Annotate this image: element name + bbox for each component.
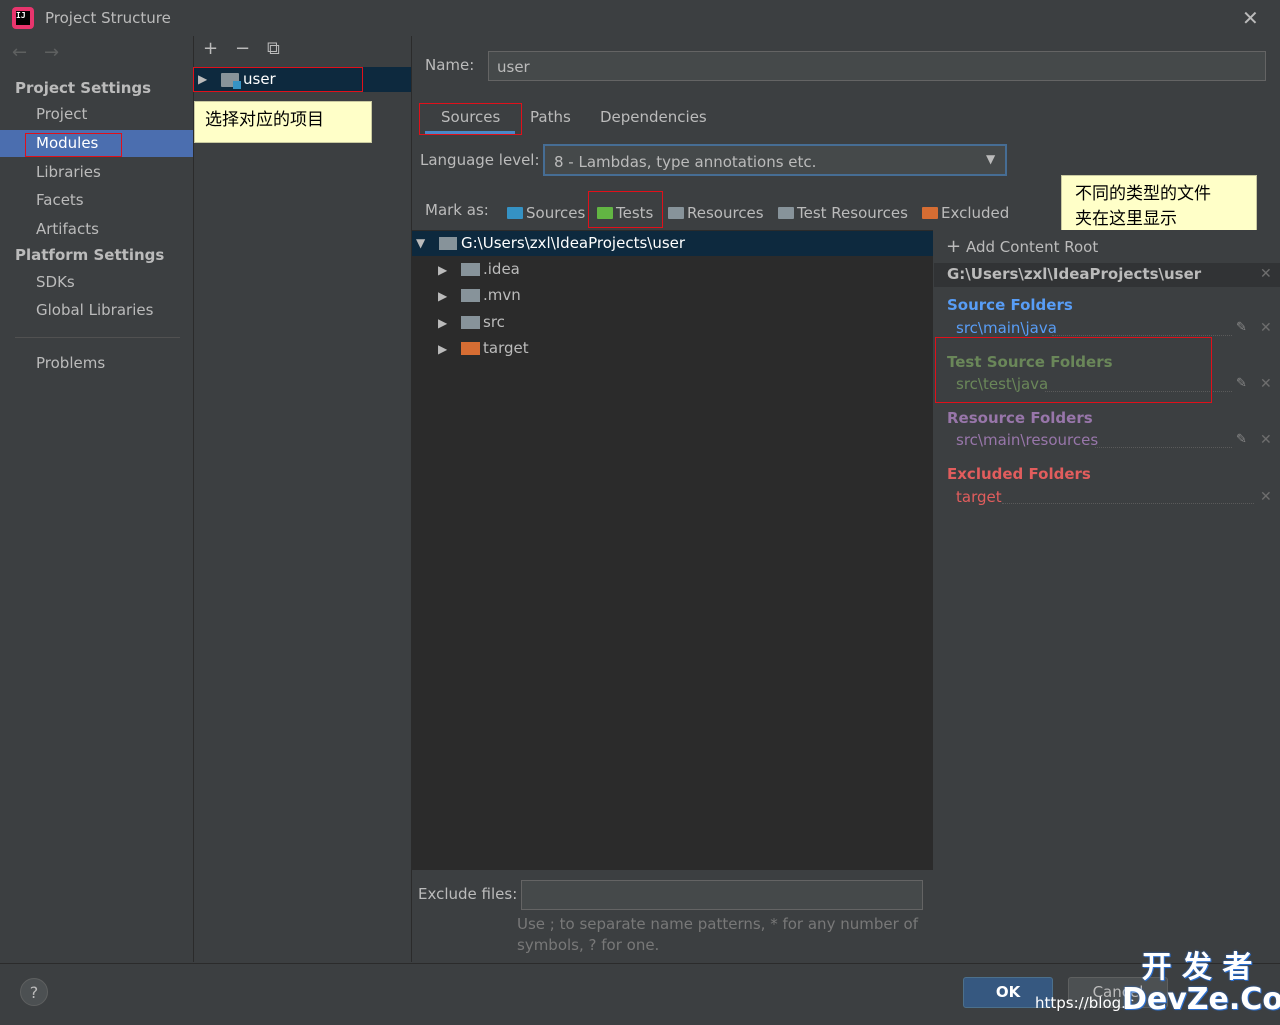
forward-arrow-icon[interactable]: → — [44, 42, 59, 63]
excluded-folder-path[interactable]: target — [956, 488, 1002, 506]
tree-root-path: G:\Users\zxl\IdeaProjects\user — [461, 234, 686, 252]
resource-folder-path[interactable]: src\main\resources — [956, 431, 1098, 449]
remove-content-root-icon[interactable]: ✕ — [1260, 266, 1272, 282]
close-icon[interactable]: ✕ — [1242, 6, 1259, 30]
nav-separator — [15, 337, 180, 338]
name-label: Name: — [425, 56, 475, 74]
annotation-highlight-tests — [588, 191, 663, 228]
excluded-folder-icon — [461, 342, 480, 355]
window-title: Project Structure — [45, 9, 171, 27]
language-level-select[interactable]: 8 - Lambdas, type annotations etc. — [543, 144, 1007, 176]
annotation-highlight-test-folders — [935, 337, 1212, 403]
mark-as-sources-button[interactable]: Sources — [507, 204, 585, 222]
module-list-panel — [194, 36, 412, 962]
remove-folder-icon[interactable]: ✕ — [1260, 320, 1272, 336]
back-arrow-icon[interactable]: ← — [12, 42, 27, 63]
tab-paths[interactable]: Paths — [530, 108, 571, 126]
mark-as-resources-button[interactable]: Resources — [668, 204, 764, 222]
chevron-down-icon[interactable]: ▼ — [986, 152, 995, 166]
annotation-highlight-module — [193, 67, 363, 92]
platform-settings-header: Platform Settings — [15, 246, 165, 264]
nav-item-project[interactable]: Project — [0, 101, 193, 128]
exclude-hint-line2: symbols, ? for one. — [517, 936, 660, 954]
exclude-files-label: Exclude files: — [418, 885, 518, 903]
sources-folder-icon — [507, 207, 523, 219]
help-button[interactable]: ? — [20, 978, 48, 1006]
exclude-hint-line1: Use ; to separate name patterns, * for a… — [517, 915, 918, 933]
test-resources-folder-icon — [778, 207, 794, 219]
expand-triangle-icon[interactable]: ▶ — [438, 289, 447, 303]
tree-item-idea[interactable]: .idea — [483, 260, 520, 278]
folder-icon — [461, 316, 480, 329]
mark-as-label: Mark as: — [425, 201, 489, 219]
nav-item-global-libraries[interactable]: Global Libraries — [0, 297, 193, 324]
root-folder-icon — [439, 237, 457, 250]
tree-item-target[interactable]: target — [483, 339, 529, 357]
tree-item-mvn[interactable]: .mvn — [483, 286, 521, 304]
copy-module-icon[interactable]: ⧉ — [267, 38, 280, 59]
mark-as-excluded-button[interactable]: Excluded — [922, 204, 1009, 222]
dotted-leader — [1002, 503, 1254, 504]
dotted-leader — [1052, 335, 1232, 336]
expand-triangle-icon[interactable]: ▶ — [438, 263, 447, 277]
plus-icon[interactable]: + — [946, 236, 961, 257]
annotation-note-select-project: 选择对应的项目 — [194, 101, 372, 143]
excluded-folder-icon — [922, 207, 938, 219]
remove-folder-icon[interactable]: ✕ — [1260, 489, 1272, 505]
collapse-triangle-icon[interactable]: ▼ — [416, 236, 425, 250]
tab-dependencies[interactable]: Dependencies — [600, 108, 707, 126]
language-level-label: Language level: — [420, 151, 540, 169]
resources-folder-icon — [668, 207, 684, 219]
language-level-value: 8 - Lambdas, type annotations etc. — [554, 153, 817, 171]
project-settings-header: Project Settings — [15, 79, 152, 97]
watermark-url: https://blog.c — [1035, 994, 1135, 1012]
nav-item-artifacts[interactable]: Artifacts — [0, 216, 193, 243]
source-folder-path[interactable]: src\main\java — [956, 319, 1057, 337]
excluded-folders-title: Excluded Folders — [947, 465, 1091, 483]
folder-icon — [461, 263, 480, 276]
remove-module-icon[interactable]: − — [235, 38, 250, 59]
edit-pencil-icon[interactable]: ✎ — [1236, 376, 1247, 391]
mark-as-test-resources-button[interactable]: Test Resources — [778, 204, 908, 222]
edit-pencil-icon[interactable]: ✎ — [1236, 320, 1247, 335]
title-bar — [0, 0, 1280, 36]
edit-pencil-icon[interactable]: ✎ — [1236, 432, 1247, 447]
add-module-icon[interactable]: + — [203, 38, 218, 59]
folder-icon — [461, 289, 480, 302]
nav-item-sdks[interactable]: SDKs — [0, 269, 193, 296]
add-content-root-button[interactable]: Add Content Root — [966, 238, 1098, 256]
annotation-highlight-modules — [25, 133, 122, 157]
exclude-files-input[interactable] — [521, 880, 923, 910]
source-folders-title: Source Folders — [947, 296, 1073, 314]
remove-folder-icon[interactable]: ✕ — [1260, 376, 1272, 392]
intellij-app-icon: IJ — [12, 7, 34, 29]
tree-item-src[interactable]: src — [483, 313, 505, 331]
content-root-path: G:\Users\zxl\IdeaProjects\user — [947, 265, 1202, 283]
annotation-highlight-sources-tab — [419, 103, 522, 135]
module-name-input[interactable]: user — [488, 51, 1266, 81]
nav-item-facets[interactable]: Facets — [0, 187, 193, 214]
nav-item-problems[interactable]: Problems — [0, 350, 193, 377]
expand-triangle-icon[interactable]: ▶ — [438, 316, 447, 330]
remove-folder-icon[interactable]: ✕ — [1260, 432, 1272, 448]
resource-folders-title: Resource Folders — [947, 409, 1093, 427]
dotted-leader — [1095, 447, 1232, 448]
expand-triangle-icon[interactable]: ▶ — [438, 342, 447, 356]
nav-item-libraries[interactable]: Libraries — [0, 159, 193, 186]
watermark-logo: 开 发 者DevZe.CoM — [1122, 950, 1280, 1017]
